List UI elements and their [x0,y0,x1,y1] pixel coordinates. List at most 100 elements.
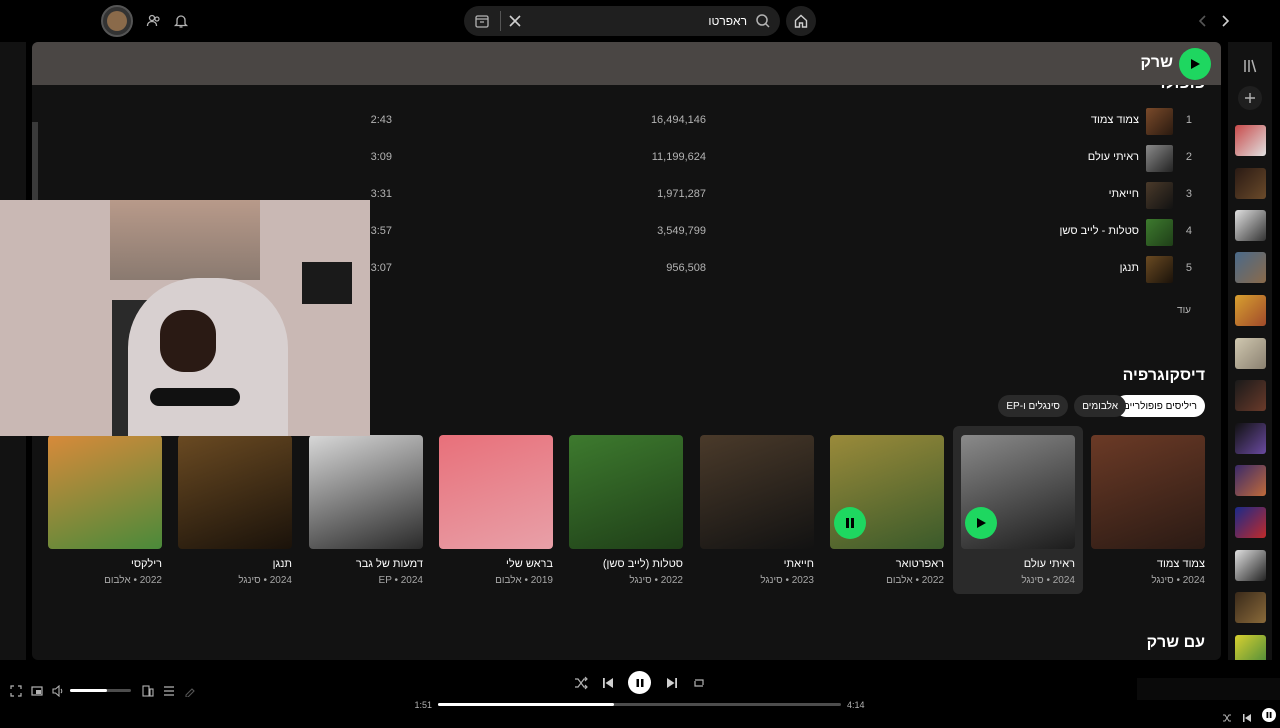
next-icon[interactable] [665,676,679,690]
pause-icon [1266,712,1272,718]
filter-chip-albums[interactable]: אלבומים [1074,395,1126,417]
elapsed-time: 1:51 [414,700,432,710]
appears-on-title[interactable]: עם שרק [1147,634,1205,652]
release-title[interactable]: בראש שלי [506,558,553,570]
browse-icon[interactable] [474,13,490,29]
track-title[interactable]: צמוד צמוד [1091,114,1139,126]
library-item[interactable] [1235,465,1266,496]
track-art [1146,108,1173,135]
track-duration: 3:09 [370,151,392,163]
track-art [1146,145,1173,172]
clear-search-icon[interactable] [507,13,523,29]
connect-device-icon[interactable] [142,684,154,697]
release-card[interactable]: ראיתי עולם 2024 • סינגל [953,426,1083,594]
library-item[interactable] [1235,550,1266,581]
friends-icon[interactable] [146,13,162,29]
track-title[interactable]: חייאתי [1109,188,1139,200]
track-plays: 16,494,146 [650,114,706,126]
profile-avatar[interactable] [101,5,133,37]
library-item[interactable] [1235,592,1266,623]
mini-previous-icon[interactable] [1242,710,1252,722]
filter-chip-popular[interactable]: ריליסים פופולריים [1115,395,1205,417]
pause-icon [636,678,643,687]
play-pause-button[interactable] [628,671,651,694]
track-title[interactable]: סטלות - לייב סשן [1059,225,1139,237]
filter-chip-singles[interactable]: סינגלים ו-EP [998,395,1068,417]
mini-shuffle-icon[interactable] [1222,710,1232,722]
release-card[interactable]: רילקסי 2022 • אלבום [40,426,170,594]
miniplayer-icon[interactable] [31,684,43,696]
play-icon [977,518,986,528]
queue-icon[interactable] [163,684,175,696]
shuffle-icon[interactable] [574,676,588,690]
home-button[interactable] [786,6,816,36]
release-card[interactable]: סטלות (לייב סשן) 2022 • סינגל [561,426,691,594]
track-duration: 3:31 [370,188,392,200]
search-input[interactable]: ראפרטו [708,14,747,28]
repeat-icon[interactable] [692,676,706,690]
release-meta: 2022 • אלבום [886,575,944,586]
library-item[interactable] [1235,168,1266,199]
track-duration: 3:07 [370,262,392,274]
release-meta: 2022 • סינגל [629,575,683,586]
library-item[interactable] [1235,252,1266,283]
lyrics-icon[interactable] [184,684,196,698]
release-cover [1091,435,1205,549]
release-title[interactable]: רילקסי [131,558,162,570]
volume-slider[interactable] [70,689,131,692]
total-time: 4:14 [847,700,865,710]
library-item[interactable] [1235,125,1266,156]
release-card[interactable]: בראש שלי 2019 • אלבום [431,426,561,594]
search-bar[interactable]: ראפרטו [464,6,780,36]
release-card[interactable]: חייאתי 2023 • סינגל [692,426,822,594]
release-card[interactable]: צמוד צמוד 2024 • סינגל [1083,426,1213,594]
library-icon[interactable] [1242,58,1258,74]
discography-title[interactable]: דיסקוגרפיה [1123,367,1205,385]
back-arrow-icon[interactable] [1195,13,1211,29]
release-cover [48,435,162,549]
release-title[interactable]: חייאתי [784,558,814,570]
pause-icon [846,518,854,528]
release-meta: 2022 • אלבום [104,575,162,586]
release-title[interactable]: סטלות (לייב סשן) [603,558,683,570]
create-playlist-button[interactable] [1238,86,1262,110]
release-card[interactable]: ראפרטואר 2022 • אלבום [822,426,952,594]
bell-icon[interactable] [173,13,189,29]
release-title[interactable]: תנגן [273,558,292,570]
release-card[interactable]: דמעות של גבר EP • 2024 [301,426,431,594]
track-title[interactable]: ראיתי עולם [1088,151,1139,163]
track-plays: 956,508 [666,262,706,274]
see-more-link[interactable]: עוד [1177,305,1191,316]
release-title[interactable]: ראיתי עולם [1024,558,1075,570]
track-plays: 1,971,287 [657,188,706,200]
library-item[interactable] [1235,423,1266,454]
track-art [1146,256,1173,283]
library-item[interactable] [1235,210,1266,241]
track-number: 1 [1185,114,1192,126]
track-row[interactable]: 2 ראיתי עולם 11,199,624 3:09 [32,140,1221,177]
search-divider [500,11,501,31]
release-pause-button[interactable] [834,507,866,539]
forward-arrow-icon[interactable] [1217,13,1233,29]
library-item[interactable] [1235,295,1266,326]
release-meta: EP • 2024 [378,575,423,586]
fullscreen-icon[interactable] [10,684,22,697]
library-item[interactable] [1235,380,1266,411]
track-row[interactable]: 1 צמוד צמוד 16,494,146 2:43 [32,103,1221,140]
release-cover [178,435,292,549]
volume-level [70,689,107,692]
track-title[interactable]: תנגן [1120,262,1139,274]
track-number: 3 [1185,188,1192,200]
library-item[interactable] [1235,338,1266,369]
release-play-button[interactable] [965,507,997,539]
release-title[interactable]: ראפרטואר [896,558,944,570]
release-title[interactable]: צמוד צמוד [1157,558,1205,570]
release-title[interactable]: דמעות של גבר [356,558,423,570]
release-meta: 2023 • סינגל [760,575,814,586]
volume-icon[interactable] [52,684,64,698]
library-item[interactable] [1235,507,1266,538]
previous-icon[interactable] [601,676,615,690]
release-card[interactable]: תנגן 2024 • סינגל [170,426,300,594]
progress-bar[interactable] [438,703,841,706]
header-play-button[interactable] [1179,48,1211,80]
